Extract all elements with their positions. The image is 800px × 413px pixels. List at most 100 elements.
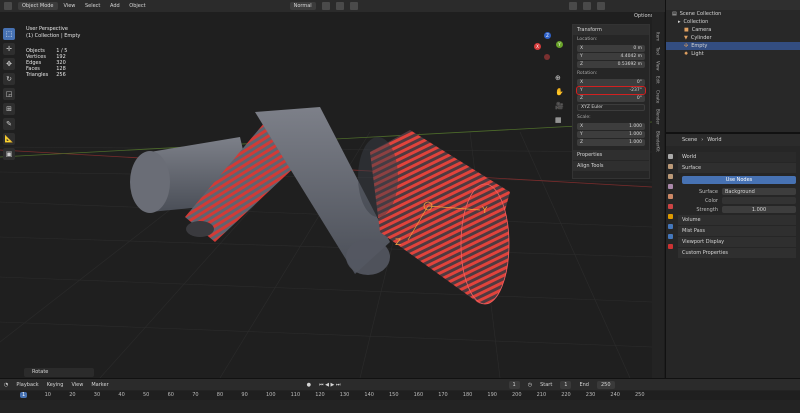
outliner-row-camera[interactable]: ■ Camera bbox=[666, 26, 800, 34]
3d-viewport[interactable]: Z Y Z Y X ⊕ ✋ 🎥 ▦ bbox=[0, 12, 652, 378]
menu-select[interactable]: Select bbox=[85, 3, 100, 9]
annotate-icon[interactable]: ✎ bbox=[3, 118, 15, 130]
field-label: Strength bbox=[696, 206, 718, 213]
clock-icon[interactable]: ◔ bbox=[4, 382, 8, 388]
editor-type-icon[interactable] bbox=[4, 2, 12, 10]
tab-edit[interactable]: Edit bbox=[656, 76, 661, 84]
light-icon: ✹ bbox=[684, 51, 689, 57]
measure-icon[interactable]: 📐 bbox=[3, 133, 15, 145]
align-tools-header[interactable]: Align Tools bbox=[573, 161, 649, 171]
render-tab-icon[interactable] bbox=[667, 164, 673, 169]
snap-icon[interactable] bbox=[335, 2, 344, 10]
scene-collection-row[interactable]: ▤ Scene Collection bbox=[666, 10, 800, 18]
physics-tab-icon[interactable] bbox=[667, 234, 673, 239]
tab-blender[interactable]: Blender bbox=[656, 109, 661, 125]
object-tab-icon[interactable] bbox=[667, 214, 673, 219]
rotate-icon[interactable]: ↻ bbox=[3, 73, 15, 85]
zoom-icon[interactable]: ⊕ bbox=[555, 74, 564, 82]
grid-view-icon[interactable]: ▦ bbox=[555, 116, 564, 124]
proportional-edit-icon[interactable] bbox=[349, 2, 358, 10]
modifier-tab-icon[interactable] bbox=[667, 224, 673, 229]
cursor-icon[interactable]: ✛ bbox=[3, 43, 15, 55]
navigation-gizmo[interactable]: Z Y X bbox=[530, 32, 564, 66]
scale-z-field[interactable]: Z 1.000 bbox=[577, 139, 645, 146]
location-x-field[interactable]: X 0 m bbox=[577, 45, 645, 52]
world-datablock[interactable]: World bbox=[678, 152, 796, 162]
menu-marker[interactable]: Marker bbox=[91, 382, 108, 388]
view-layer-tab-icon[interactable] bbox=[667, 184, 673, 189]
scale-y-field[interactable]: Y 1.000 bbox=[577, 131, 645, 138]
gizmo-x[interactable]: X bbox=[534, 43, 541, 50]
rotation-x-field[interactable]: X 0° bbox=[577, 79, 645, 86]
tool-tab-icon[interactable] bbox=[667, 154, 673, 159]
shading-rendered-icon[interactable] bbox=[596, 2, 605, 10]
surface-shader-select[interactable]: Background bbox=[722, 188, 796, 195]
frame-tick-label: 110 bbox=[290, 392, 301, 398]
pan-hand-icon[interactable]: ✋ bbox=[555, 88, 564, 96]
gizmo-neg-x[interactable] bbox=[544, 54, 550, 60]
transform-orientation[interactable]: Normal bbox=[289, 2, 316, 10]
playback-controls[interactable]: ⏮ ◀ ▶ ⏭ bbox=[319, 382, 340, 388]
field-value: 4.4042 m bbox=[620, 54, 642, 59]
menu-playback[interactable]: Playback bbox=[16, 382, 38, 388]
shading-solid-icon[interactable] bbox=[568, 2, 577, 10]
mode-selector[interactable]: Object Mode bbox=[18, 2, 58, 10]
gizmo-y[interactable]: Y bbox=[556, 41, 563, 48]
use-nodes-button[interactable]: Use Nodes bbox=[682, 176, 796, 184]
end-frame-field[interactable]: 250 bbox=[596, 380, 615, 389]
strength-field[interactable]: 1.000 bbox=[722, 206, 796, 213]
location-y-field[interactable]: Y 4.4042 m bbox=[577, 53, 645, 60]
panel-title: Volume bbox=[682, 217, 701, 223]
tab-create[interactable]: Create bbox=[656, 90, 661, 103]
world-tab-icon[interactable] bbox=[667, 204, 673, 209]
menu-object[interactable]: Object bbox=[129, 3, 145, 9]
transform-icon[interactable]: ⊞ bbox=[3, 103, 15, 115]
menu-view[interactable]: View bbox=[64, 3, 76, 9]
start-frame-field[interactable]: 1 bbox=[560, 380, 572, 389]
volume-panel-header[interactable]: Volume bbox=[678, 215, 796, 225]
rotation-z-field[interactable]: Z 0° bbox=[577, 95, 645, 102]
outliner-row-light[interactable]: ✹ Light bbox=[666, 50, 800, 58]
scale-x-field[interactable]: X 1.000 bbox=[577, 123, 645, 130]
pivot-icon[interactable] bbox=[321, 2, 330, 10]
outliner-row-cylinder[interactable]: ▼ Cylinder bbox=[666, 34, 800, 42]
tab-blenderkit[interactable]: BlenderKit bbox=[656, 131, 661, 152]
rotation-mode-select[interactable]: XYZ Euler bbox=[577, 104, 645, 111]
tab-item[interactable]: Item bbox=[656, 32, 661, 41]
frame-ruler[interactable]: 1 10 20 30 40 50 60 70 80 90 100 110 120 130 140 150 160… bbox=[0, 391, 800, 400]
move-icon[interactable]: ✥ bbox=[3, 58, 15, 70]
select-box-icon[interactable]: ⬚ bbox=[3, 28, 15, 40]
record-icon[interactable]: ● bbox=[307, 382, 311, 388]
scene-tab-icon[interactable] bbox=[667, 194, 673, 199]
mist-pass-panel-header[interactable]: Mist Pass bbox=[678, 226, 796, 236]
location-z-field[interactable]: Z 0.53692 m bbox=[577, 61, 645, 68]
shading-material-icon[interactable] bbox=[582, 2, 591, 10]
properties-header[interactable]: Properties bbox=[573, 150, 649, 160]
viewport-display-panel-header[interactable]: Viewport Display bbox=[678, 237, 796, 247]
clock-icon[interactable]: ◷ bbox=[528, 382, 532, 388]
tab-tool[interactable]: Tool bbox=[656, 47, 661, 55]
add-cube-icon[interactable]: ▣ bbox=[3, 148, 15, 160]
frame-tick-label: 200 bbox=[512, 392, 522, 398]
color-swatch[interactable] bbox=[722, 197, 796, 204]
scale-icon[interactable]: ◲ bbox=[3, 88, 15, 100]
frame-tick-label: 20 bbox=[69, 392, 76, 398]
camera-view-icon[interactable]: 🎥 bbox=[555, 102, 564, 110]
properties-editor: Scene › World World Surface Use Nodes Su… bbox=[665, 132, 800, 378]
transform-header[interactable]: Transform bbox=[573, 25, 649, 35]
outliner-row-empty[interactable]: ✣ Empty bbox=[666, 42, 800, 50]
current-frame-field[interactable]: 1 bbox=[508, 380, 520, 389]
gizmo-z[interactable]: Z bbox=[544, 32, 551, 39]
custom-properties-panel-header[interactable]: Custom Properties bbox=[678, 248, 796, 258]
output-tab-icon[interactable] bbox=[667, 174, 673, 179]
material-tab-icon[interactable] bbox=[667, 244, 673, 249]
menu-view[interactable]: View bbox=[71, 382, 83, 388]
last-operator-panel[interactable]: Rotate bbox=[24, 368, 94, 377]
tab-view[interactable]: View bbox=[656, 61, 661, 71]
menu-add[interactable]: Add bbox=[110, 3, 120, 9]
options-menu[interactable]: Options bbox=[634, 13, 653, 19]
surface-panel-header[interactable]: Surface bbox=[678, 163, 796, 173]
menu-keying[interactable]: Keying bbox=[47, 382, 64, 388]
outliner-row-collection[interactable]: ▸ Collection bbox=[666, 18, 800, 26]
rotation-y-field[interactable]: Y -237° bbox=[576, 86, 646, 95]
